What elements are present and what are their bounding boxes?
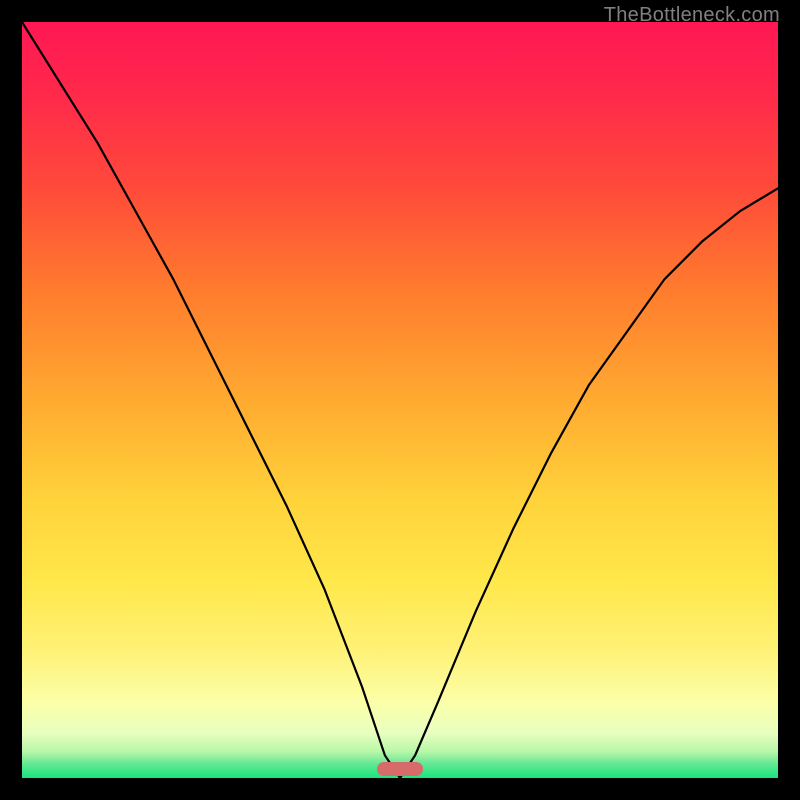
bottleneck-chart: TheBottleneck.com (0, 0, 800, 800)
bottleneck-curve (22, 22, 778, 778)
plot-area (22, 22, 778, 778)
watermark-text: TheBottleneck.com (604, 4, 780, 27)
minimum-marker (377, 762, 422, 776)
